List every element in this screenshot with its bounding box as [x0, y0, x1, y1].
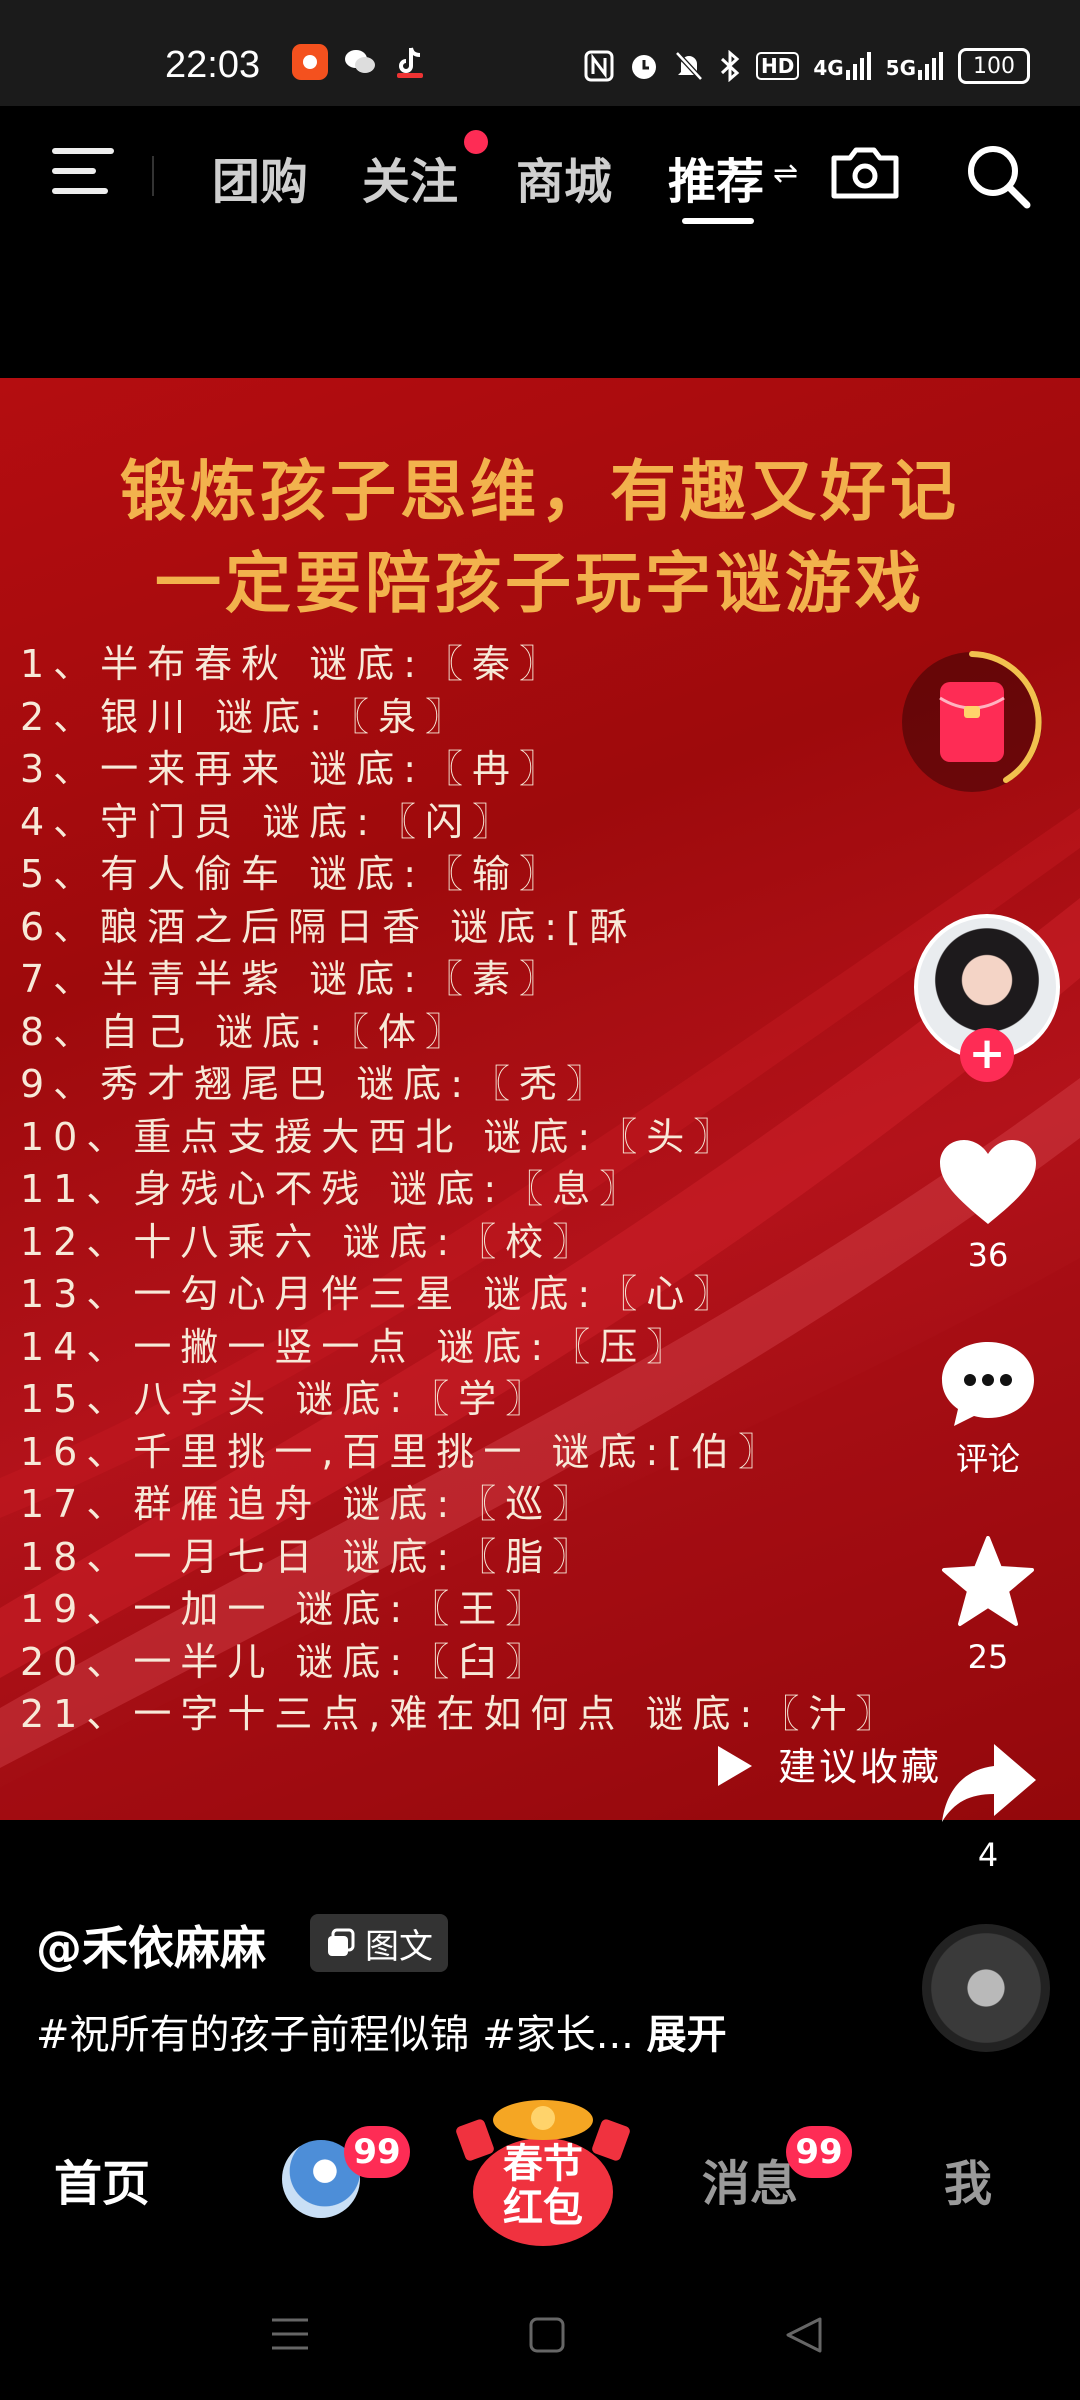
- battery-indicator: 100: [958, 48, 1030, 84]
- image-text-icon: [328, 1928, 355, 1956]
- riddle-item: 13、一勾心月伴三星 谜底:〖心〗: [20, 1272, 741, 1316]
- play-triangle-icon: [718, 1746, 752, 1786]
- riddle-item: 18、一月七日 谜底:〖脂〗: [20, 1534, 600, 1579]
- status-time: 22:03: [165, 44, 261, 86]
- top-navigation: 团购 关注 商城 推荐 ⇌: [0, 106, 1080, 236]
- tab-mall[interactable]: 商城: [516, 142, 612, 212]
- follow-plus-button[interactable]: +: [960, 1028, 1014, 1082]
- following-notification-dot: [464, 130, 488, 154]
- riddle-item: 2、银川 谜底:〖泉〗: [20, 694, 473, 739]
- menu-icon[interactable]: [52, 148, 114, 196]
- author-name[interactable]: @禾依麻麻: [36, 1912, 266, 1978]
- alarm-icon: [631, 55, 656, 79]
- mute-icon: [675, 51, 703, 81]
- home-button-icon[interactable]: [528, 2316, 566, 2354]
- tiktok-icon: [392, 44, 428, 80]
- nfc-icon: [584, 50, 614, 82]
- comment-icon[interactable]: [936, 1336, 1040, 1428]
- network-label-4g: 4G: [813, 52, 871, 80]
- post-title-line-1: 锻炼孩子思维，有趣又好记: [120, 452, 960, 530]
- riddle-item: 9、秀才翘尾巴 谜底:〖秃〗: [20, 1062, 614, 1106]
- bottom-navigation: 首页 99 春节 红包 消息 99 我: [0, 2082, 1080, 2272]
- riddle-item: 10、重点支援大西北 谜底:〖头〗: [20, 1114, 741, 1159]
- riddle-item: 7、半青半紫 谜底:〖素〗: [20, 957, 567, 1001]
- riddle-item: 4、守门员 谜底:〖闪〗: [20, 799, 520, 844]
- notification-icons: [292, 44, 428, 80]
- riddle-item: 11、身残心不残 谜底:〖息〗: [20, 1167, 647, 1211]
- share-count: 4: [977, 1836, 999, 1874]
- bluetooth-icon: [720, 50, 740, 82]
- tab-recommend[interactable]: 推荐: [668, 142, 764, 212]
- riddle-item: 1、半布春秋 谜底:〖秦〗: [20, 642, 567, 686]
- nav-home[interactable]: 首页: [54, 2144, 150, 2214]
- search-icon[interactable]: [964, 142, 1034, 212]
- like-count: 36: [967, 1236, 1009, 1274]
- festival-label-line-2: 红包: [503, 2185, 583, 2231]
- post-image[interactable]: 锻炼孩子思维，有趣又好记 一定要陪孩子玩字谜游戏 1、半布春秋 谜底:〖秦〗 2…: [0, 378, 1080, 1820]
- nav-messages[interactable]: 消息: [702, 2144, 798, 2214]
- image-text-tag: 图文: [310, 1914, 448, 1972]
- nav-me[interactable]: 我: [944, 2144, 992, 2214]
- riddle-item: 20、一半儿 谜底:〖臼〗: [20, 1639, 553, 1684]
- riddle-item: 21、一字十三点,难在如何点 谜底:〖汁〗: [20, 1692, 903, 1736]
- riddle-item: 6、酿酒之后隔日香 谜底:[酥: [20, 904, 637, 949]
- wechat-icon: [342, 44, 378, 80]
- riddle-list: 1、半布春秋 谜底:〖秦〗 2、银川 谜底:〖泉〗 3、一来再来 谜底:〖冉〗 …: [20, 633, 902, 1736]
- tab-group-buy[interactable]: 团购: [212, 142, 308, 212]
- riddle-item: 15、八字头 谜底:〖学〗: [20, 1377, 553, 1421]
- active-tab-indicator: [682, 218, 754, 224]
- heart-icon[interactable]: [936, 1136, 1040, 1228]
- music-disc[interactable]: [922, 1924, 1050, 2052]
- collect-hint: 建议收藏: [718, 1736, 942, 1791]
- hd-voice-label: HD: [755, 52, 800, 80]
- riddle-item: 5、有人偷车 谜底:〖输〗: [20, 852, 567, 896]
- red-packet-timer-icon[interactable]: [898, 648, 1046, 796]
- riddle-item: 16、千里挑一,百里挑一 谜底:[伯〗: [20, 1429, 786, 1474]
- system-icons: HD 4G 5G 100: [584, 48, 1030, 84]
- signal-icon-2: [918, 52, 943, 80]
- expand-link[interactable]: 展开: [647, 2012, 727, 2058]
- riddle-item: 3、一来再来 谜底:〖冉〗: [20, 747, 567, 791]
- back-button-icon[interactable]: [784, 2316, 824, 2354]
- riddle-item: 14、一撇一竖一点 谜底:〖压〗: [20, 1324, 694, 1369]
- switch-arrows-icon[interactable]: ⇌: [773, 156, 798, 191]
- network-label-5g: 5G: [886, 52, 944, 80]
- star-icon[interactable]: [936, 1536, 1040, 1628]
- post-title-line-2: 一定要陪孩子玩字谜游戏: [155, 544, 925, 622]
- tab-following[interactable]: 关注: [362, 142, 458, 212]
- caption-text: #祝所有的孩子前程似锦 #家长...: [36, 2012, 634, 2058]
- comment-label: 评论: [955, 1440, 1020, 1478]
- messages-badge: 99: [786, 2126, 852, 2178]
- share-icon[interactable]: [936, 1736, 1040, 1828]
- system-navigation-bar: [0, 2272, 1080, 2400]
- riddle-item: 19、一加一 谜底:〖王〗: [20, 1587, 553, 1631]
- post-caption[interactable]: #祝所有的孩子前程似锦 #家长... 展开: [36, 2002, 727, 2060]
- camera-app-icon: [292, 44, 328, 80]
- nav-festival-red-packet[interactable]: 春节 红包: [454, 2092, 632, 2252]
- signal-icon: [845, 52, 871, 80]
- favorite-count: 25: [967, 1638, 1009, 1676]
- riddle-item: 8、自己 谜底:〖体〗: [20, 1009, 473, 1054]
- friends-badge: 99: [344, 2126, 410, 2178]
- festival-label-line-1: 春节: [503, 2141, 583, 2187]
- status-bar: 22:03 HD 4G 5G 100: [0, 0, 1080, 106]
- riddle-item: 17、群雁追舟 谜底:〖巡〗: [20, 1482, 600, 1526]
- camera-icon[interactable]: [828, 146, 902, 200]
- riddle-item: 12、十八乘六 谜底:〖校〗: [20, 1219, 600, 1264]
- nav-divider: [152, 156, 154, 196]
- recent-apps-icon[interactable]: [270, 2316, 310, 2352]
